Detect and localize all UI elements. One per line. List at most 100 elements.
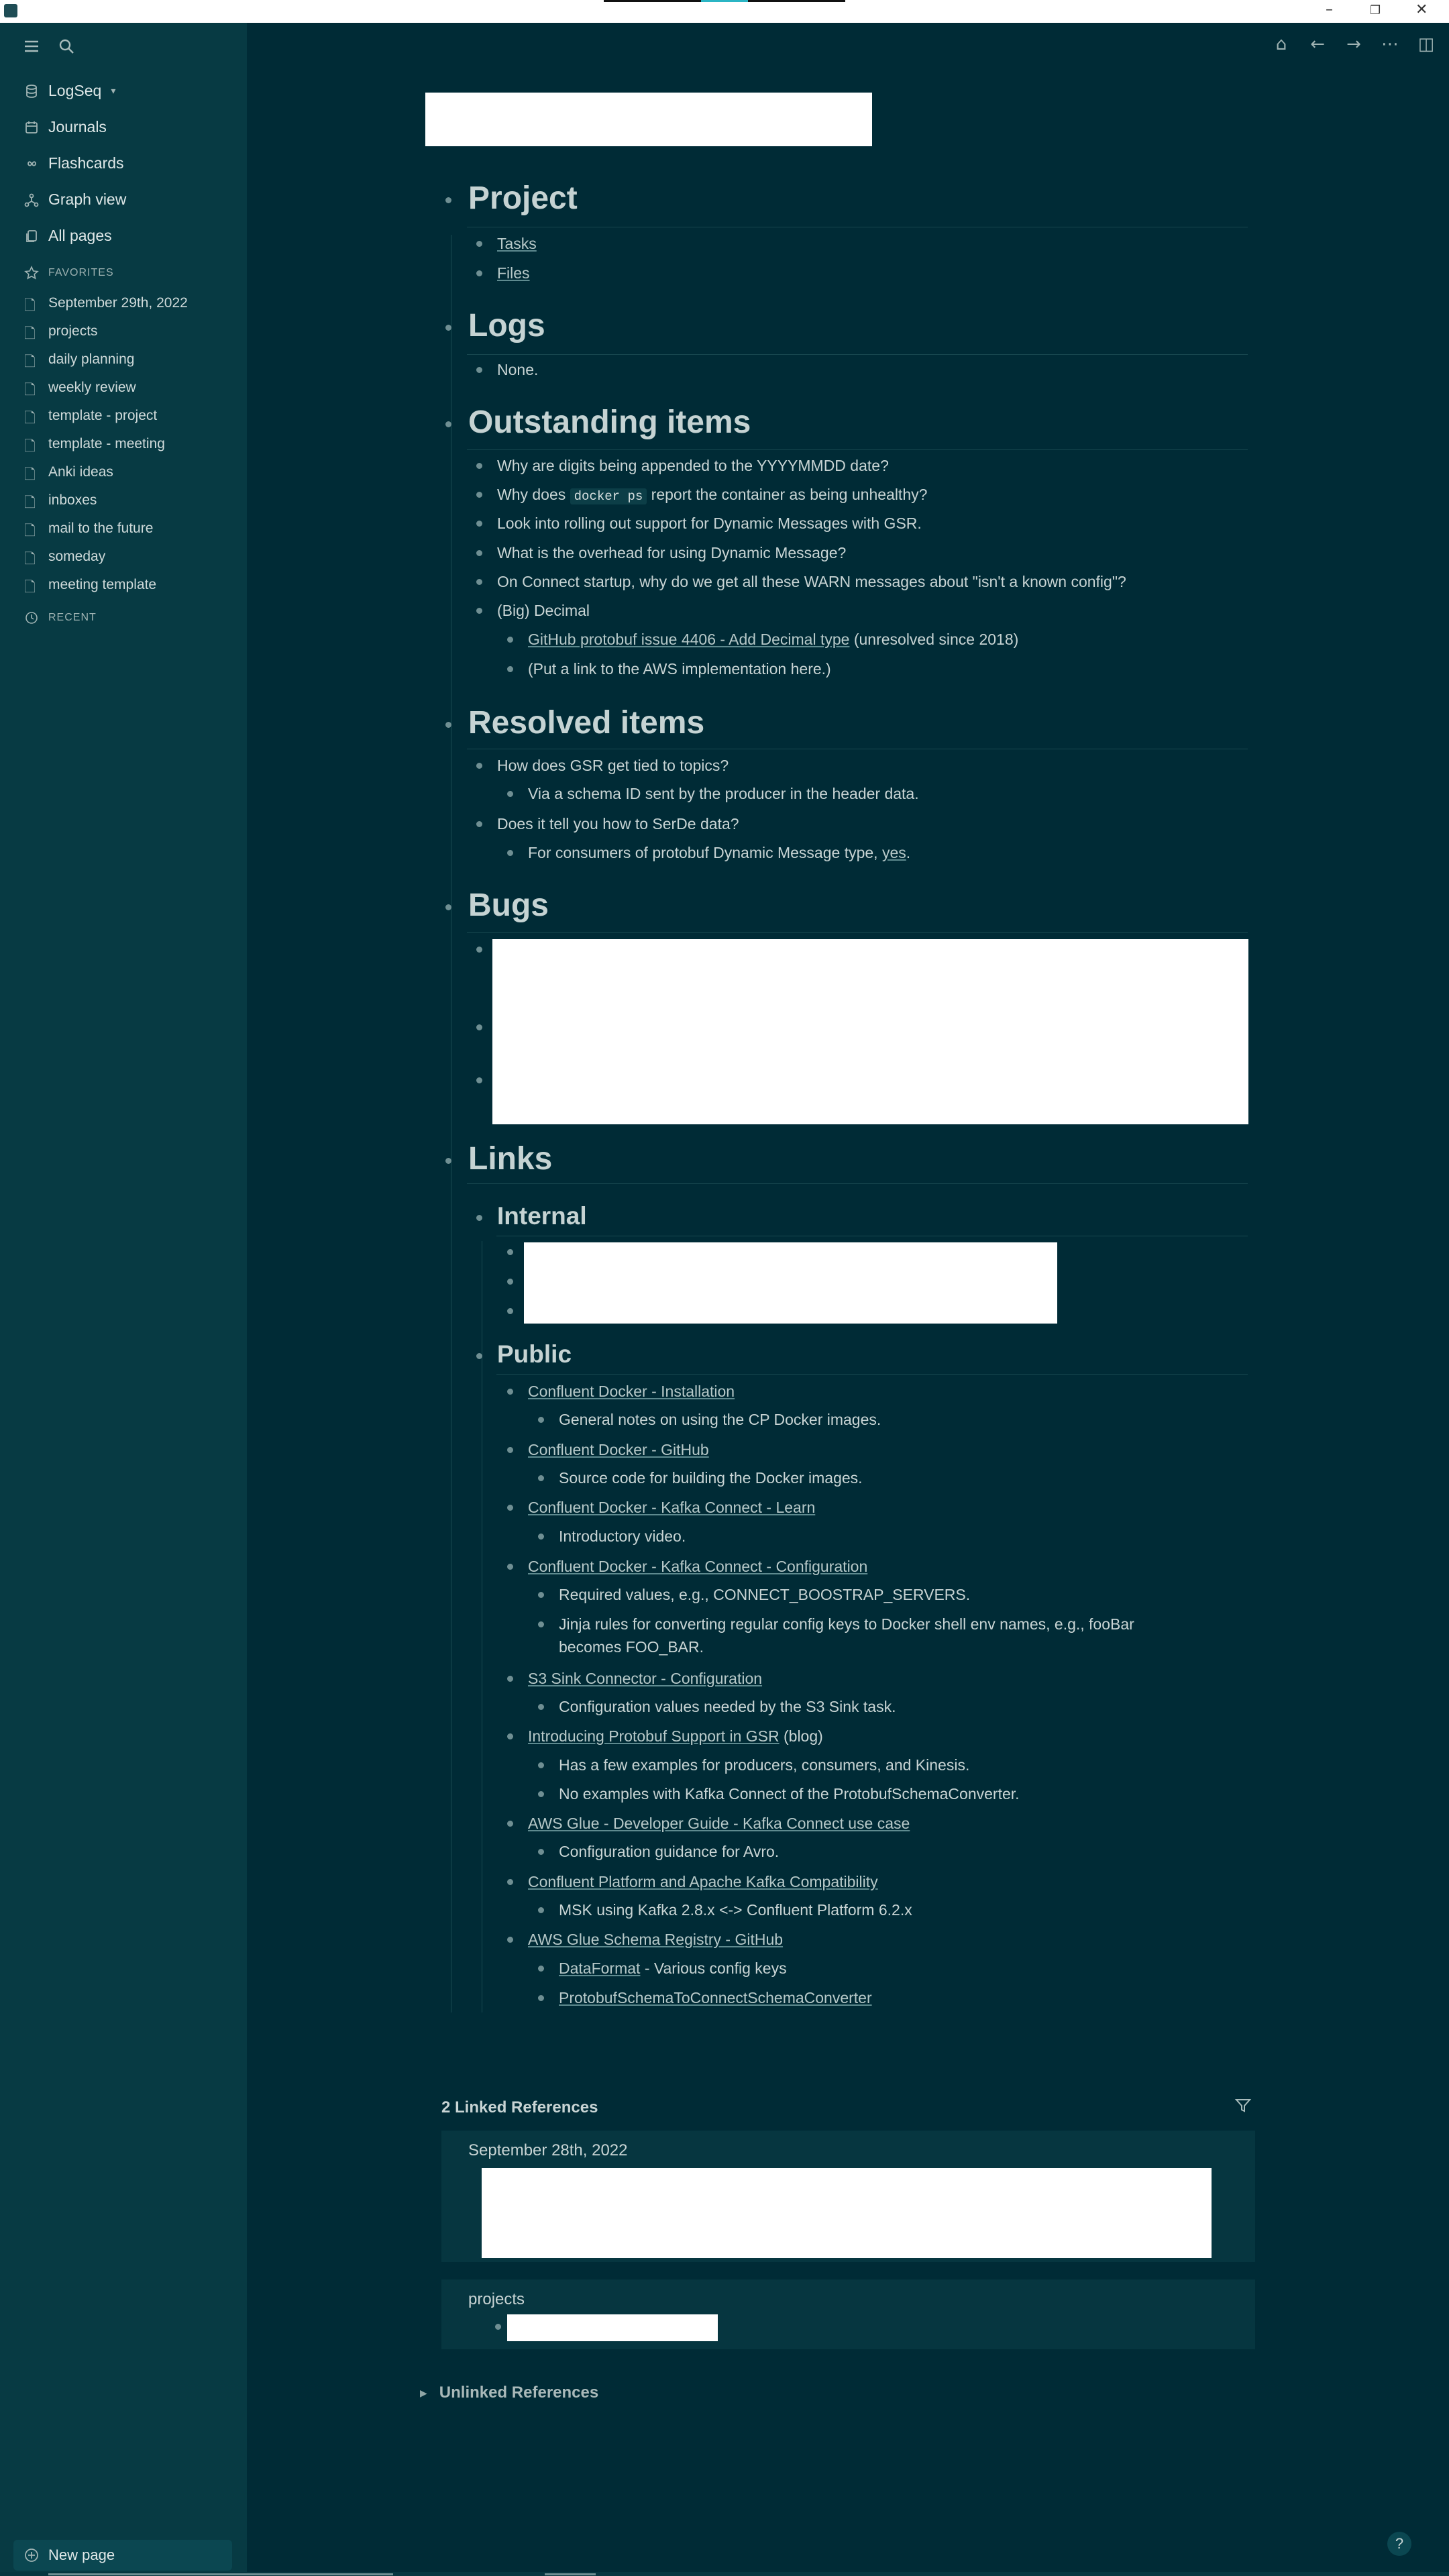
- bullet[interactable]: [476, 821, 482, 827]
- bullet[interactable]: [507, 1389, 513, 1395]
- bullet[interactable]: [476, 1024, 482, 1030]
- bullet[interactable]: [476, 521, 482, 527]
- bullet[interactable]: [538, 1475, 544, 1481]
- list-item[interactable]: No examples with Kafka Connect of the Pr…: [538, 1782, 1020, 1805]
- favorite-item[interactable]: 🗋 mail to the future: [24, 521, 153, 539]
- scrollbar-thumb[interactable]: [48, 2573, 393, 2575]
- list-item[interactable]: Does it tell you how to SerDe data?: [476, 812, 739, 835]
- list-item[interactable]: Confluent Docker - GitHub: [507, 1438, 709, 1461]
- bullet[interactable]: [476, 579, 482, 585]
- external-link[interactable]: Confluent Docker - Installation: [528, 1380, 735, 1403]
- list-item[interactable]: Why are digits being appended to the YYY…: [476, 454, 889, 477]
- list-item[interactable]: Confluent Docker - Kafka Connect - Learn: [507, 1496, 815, 1519]
- favorite-item[interactable]: 🗋 daily planning: [24, 352, 134, 370]
- bullet[interactable]: [476, 1215, 482, 1221]
- bullet[interactable]: [476, 763, 482, 769]
- bullet[interactable]: [538, 1995, 544, 2001]
- external-link[interactable]: AWS Glue Schema Registry - GitHub: [528, 1928, 783, 1951]
- bullet[interactable]: [445, 197, 451, 203]
- bullet[interactable]: [507, 1447, 513, 1453]
- bullet[interactable]: [445, 421, 451, 427]
- list-item[interactable]: MSK using Kafka 2.8.x <-> Confluent Plat…: [538, 1898, 912, 1921]
- external-link[interactable]: GitHub protobuf issue 4406 - Add Decimal…: [528, 631, 849, 648]
- external-link[interactable]: DataFormat: [559, 1960, 640, 1977]
- external-link[interactable]: ProtobufSchemaToConnectSchemaConverter: [559, 1986, 872, 2009]
- heading-block[interactable]: Outstanding items: [445, 404, 751, 441]
- bullet[interactable]: [538, 1704, 544, 1710]
- bullet[interactable]: [538, 1621, 544, 1627]
- bullet[interactable]: [507, 637, 513, 643]
- linked-references-title[interactable]: 2 Linked References: [441, 2098, 598, 2117]
- bullet[interactable]: [476, 550, 482, 556]
- list-item[interactable]: DataFormat - Various config keys: [538, 1957, 787, 1980]
- list-item[interactable]: Has a few examples for producers, consum…: [538, 1754, 969, 1776]
- help-button[interactable]: ?: [1387, 2532, 1411, 2556]
- list-item[interactable]: Confluent Docker - Kafka Connect - Confi…: [507, 1555, 867, 1578]
- bullet[interactable]: [476, 463, 482, 469]
- list-item[interactable]: How does GSR get tied to topics?: [476, 754, 729, 777]
- menu-icon[interactable]: [23, 38, 40, 55]
- bullet[interactable]: [476, 270, 482, 276]
- back-icon[interactable]: ←: [1308, 34, 1327, 54]
- bullet[interactable]: [476, 608, 482, 614]
- bullet[interactable]: [538, 1762, 544, 1768]
- bullet[interactable]: [507, 1308, 513, 1314]
- bullet[interactable]: [507, 1279, 513, 1285]
- minimize-icon[interactable]: –: [1326, 1, 1333, 18]
- bullet[interactable]: [445, 325, 451, 331]
- bullet[interactable]: [507, 1564, 513, 1570]
- bullet[interactable]: [495, 2324, 501, 2330]
- list-item[interactable]: S3 Sink Connector - Configuration: [507, 1667, 762, 1690]
- list-item[interactable]: AWS Glue - Developer Guide - Kafka Conne…: [507, 1812, 910, 1835]
- favorite-item[interactable]: 🗋 template - meeting: [24, 436, 165, 454]
- page-link-files[interactable]: Files: [497, 262, 530, 284]
- bullet[interactable]: [538, 1907, 544, 1913]
- right-sidebar-toggle-icon[interactable]: ◫: [1417, 34, 1436, 54]
- list-item[interactable]: Tasks: [476, 232, 537, 255]
- list-item[interactable]: Confluent Docker - Installation: [507, 1380, 735, 1403]
- bullet[interactable]: [445, 1158, 451, 1164]
- bullet[interactable]: [445, 904, 451, 910]
- sidebar-item-flashcards[interactable]: Flashcards: [24, 154, 123, 172]
- favorite-item[interactable]: 🗋 inboxes: [24, 492, 97, 511]
- list-item[interactable]: GitHub protobuf issue 4406 - Add Decimal…: [507, 628, 1018, 651]
- bullet[interactable]: [476, 947, 482, 953]
- list-item[interactable]: Source code for building the Docker imag…: [538, 1466, 863, 1489]
- bullet[interactable]: [507, 1821, 513, 1827]
- bullet[interactable]: [507, 1505, 513, 1511]
- list-item[interactable]: On Connect startup, why do we get all th…: [476, 570, 1126, 593]
- scrollbar-thumb[interactable]: [545, 2573, 596, 2575]
- list-item[interactable]: Required values, e.g., CONNECT_BOOSTRAP_…: [538, 1583, 970, 1606]
- heading-block[interactable]: Bugs: [445, 887, 549, 924]
- bullet[interactable]: [507, 791, 513, 797]
- heading-block[interactable]: Logs: [445, 307, 545, 344]
- favorite-item[interactable]: 🗋 template - project: [24, 408, 157, 426]
- favorite-item[interactable]: 🗋 someday: [24, 549, 105, 567]
- bullet[interactable]: [476, 367, 482, 373]
- reference-page-title[interactable]: projects: [468, 2290, 525, 2309]
- external-link[interactable]: Introducing Protobuf Support in GSR: [528, 1727, 780, 1745]
- external-link[interactable]: Confluent Docker - Kafka Connect - Learn: [528, 1496, 815, 1519]
- bullet[interactable]: [538, 1417, 544, 1423]
- favorites-header[interactable]: FAVORITES: [24, 266, 114, 280]
- bullet[interactable]: [476, 1077, 482, 1083]
- list-item[interactable]: Configuration guidance for Avro.: [538, 1840, 779, 1863]
- filter-icon[interactable]: [1234, 2097, 1252, 2114]
- home-icon[interactable]: ⌂: [1272, 34, 1291, 54]
- bullet[interactable]: [476, 492, 482, 498]
- unlinked-references-toggle[interactable]: ▶ Unlinked References: [420, 2383, 598, 2402]
- list-item[interactable]: For consumers of protobuf Dynamic Messag…: [507, 841, 910, 864]
- external-link[interactable]: yes: [882, 844, 906, 861]
- heading-block[interactable]: Internal: [476, 1202, 587, 1230]
- forward-icon[interactable]: →: [1344, 34, 1363, 54]
- list-item[interactable]: (Put a link to the AWS implementation he…: [507, 657, 831, 680]
- bullet[interactable]: [538, 1534, 544, 1540]
- heading-block[interactable]: Resolved items: [445, 704, 704, 741]
- sidebar-item-graph-view[interactable]: Graph view: [24, 191, 126, 209]
- list-item[interactable]: What is the overhead for using Dynamic M…: [476, 541, 846, 564]
- bullet[interactable]: [507, 1676, 513, 1682]
- heading-block[interactable]: Project: [445, 180, 578, 217]
- bullet[interactable]: [538, 1592, 544, 1598]
- list-item[interactable]: (Big) Decimal: [476, 599, 590, 622]
- list-item[interactable]: AWS Glue Schema Registry - GitHub: [507, 1928, 783, 1951]
